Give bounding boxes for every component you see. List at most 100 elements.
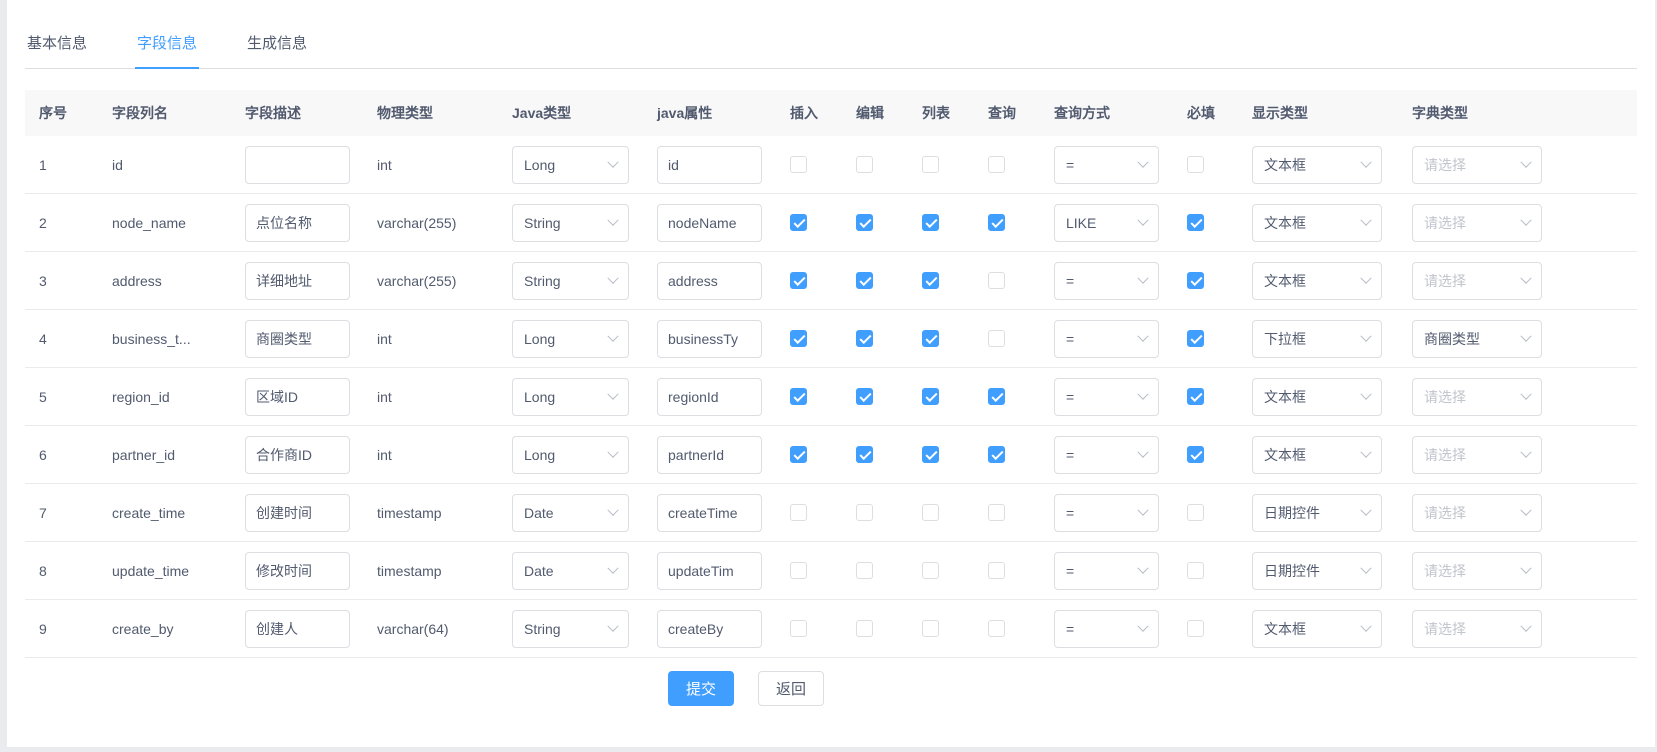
dict-type-select[interactable]: 请选择 [1412, 145, 1542, 184]
submit-button[interactable]: 提交 [667, 671, 734, 706]
display-type-select[interactable]: 文本框 [1252, 145, 1382, 184]
java-type-select[interactable]: Long [512, 145, 629, 184]
display-type-select[interactable]: 文本框 [1252, 261, 1382, 300]
java-type-select[interactable]: Long [512, 319, 629, 358]
display-type-select[interactable]: 日期控件 [1252, 493, 1382, 532]
field-description-input[interactable] [245, 203, 350, 242]
list-checkbox[interactable] [922, 214, 939, 231]
insert-checkbox[interactable] [790, 272, 807, 289]
java-attribute-input[interactable] [657, 435, 762, 474]
required-checkbox[interactable] [1187, 156, 1204, 173]
dict-type-select[interactable]: 请选择 [1412, 551, 1542, 590]
query-mode-select[interactable]: = [1054, 609, 1159, 648]
list-checkbox[interactable] [922, 388, 939, 405]
edit-checkbox[interactable] [856, 504, 873, 521]
field-description-input[interactable] [245, 551, 350, 590]
java-attribute-input[interactable] [657, 145, 762, 184]
list-checkbox[interactable] [922, 330, 939, 347]
dict-type-select[interactable]: 请选择 [1412, 261, 1542, 300]
required-checkbox[interactable] [1187, 272, 1204, 289]
field-description-input[interactable] [245, 377, 350, 416]
dict-type-select[interactable]: 请选择 [1412, 493, 1542, 532]
java-attribute-input[interactable] [657, 203, 762, 242]
query-mode-select[interactable]: = [1054, 261, 1159, 300]
query-checkbox[interactable] [988, 214, 1005, 231]
query-mode-select[interactable]: = [1054, 493, 1159, 532]
query-mode-select[interactable]: = [1054, 551, 1159, 590]
query-checkbox[interactable] [988, 562, 1005, 579]
dict-type-select[interactable]: 请选择 [1412, 435, 1542, 474]
display-type-select[interactable]: 文本框 [1252, 377, 1382, 416]
query-mode-select[interactable]: = [1054, 377, 1159, 416]
edit-checkbox[interactable] [856, 330, 873, 347]
list-checkbox[interactable] [922, 620, 939, 637]
tab-field-info[interactable]: 字段信息 [135, 28, 200, 69]
query-checkbox[interactable] [988, 330, 1005, 347]
java-type-select[interactable]: String [512, 261, 629, 300]
list-checkbox[interactable] [922, 272, 939, 289]
java-attribute-input[interactable] [657, 261, 762, 300]
edit-checkbox[interactable] [856, 620, 873, 637]
field-description-input[interactable] [245, 261, 350, 300]
insert-checkbox[interactable] [790, 330, 807, 347]
edit-checkbox[interactable] [856, 214, 873, 231]
insert-checkbox[interactable] [790, 562, 807, 579]
required-checkbox[interactable] [1187, 388, 1204, 405]
field-description-input[interactable] [245, 145, 350, 184]
java-attribute-input[interactable] [657, 319, 762, 358]
query-checkbox[interactable] [988, 446, 1005, 463]
java-type-select[interactable]: Date [512, 493, 629, 532]
display-type-select[interactable]: 文本框 [1252, 203, 1382, 242]
query-mode-select[interactable]: = [1054, 435, 1159, 474]
java-type-select[interactable]: Long [512, 435, 629, 474]
edit-checkbox[interactable] [856, 388, 873, 405]
dict-type-select[interactable]: 商圈类型 [1412, 319, 1542, 358]
tab-generate-info[interactable]: 生成信息 [245, 28, 309, 69]
query-checkbox[interactable] [988, 156, 1005, 173]
field-description-input[interactable] [245, 493, 350, 532]
insert-checkbox[interactable] [790, 388, 807, 405]
query-checkbox[interactable] [988, 620, 1005, 637]
dict-type-select[interactable]: 请选择 [1412, 377, 1542, 416]
query-checkbox[interactable] [988, 272, 1005, 289]
insert-checkbox[interactable] [790, 446, 807, 463]
query-checkbox[interactable] [988, 388, 1005, 405]
field-description-input[interactable] [245, 319, 350, 358]
required-checkbox[interactable] [1187, 446, 1204, 463]
dict-type-select[interactable]: 请选择 [1412, 609, 1542, 648]
required-checkbox[interactable] [1187, 620, 1204, 637]
edit-checkbox[interactable] [856, 562, 873, 579]
display-type-select[interactable]: 文本框 [1252, 609, 1382, 648]
edit-checkbox[interactable] [856, 446, 873, 463]
list-checkbox[interactable] [922, 504, 939, 521]
edit-checkbox[interactable] [856, 272, 873, 289]
java-attribute-input[interactable] [657, 493, 762, 532]
java-type-select[interactable]: String [512, 203, 629, 242]
insert-checkbox[interactable] [790, 620, 807, 637]
java-type-select[interactable]: String [512, 609, 629, 648]
display-type-select[interactable]: 下拉框 [1252, 319, 1382, 358]
list-checkbox[interactable] [922, 446, 939, 463]
tab-basic-info[interactable]: 基本信息 [25, 28, 89, 69]
display-type-select[interactable]: 文本框 [1252, 435, 1382, 474]
field-description-input[interactable] [245, 609, 350, 648]
java-attribute-input[interactable] [657, 609, 762, 648]
java-attribute-input[interactable] [657, 377, 762, 416]
insert-checkbox[interactable] [790, 156, 807, 173]
field-description-input[interactable] [245, 435, 350, 474]
required-checkbox[interactable] [1187, 214, 1204, 231]
required-checkbox[interactable] [1187, 330, 1204, 347]
query-checkbox[interactable] [988, 504, 1005, 521]
java-type-select[interactable]: Date [512, 551, 629, 590]
back-button[interactable]: 返回 [758, 671, 825, 706]
edit-checkbox[interactable] [856, 156, 873, 173]
insert-checkbox[interactable] [790, 504, 807, 521]
dict-type-select[interactable]: 请选择 [1412, 203, 1542, 242]
display-type-select[interactable]: 日期控件 [1252, 551, 1382, 590]
insert-checkbox[interactable] [790, 214, 807, 231]
java-attribute-input[interactable] [657, 551, 762, 590]
required-checkbox[interactable] [1187, 504, 1204, 521]
java-type-select[interactable]: Long [512, 377, 629, 416]
list-checkbox[interactable] [922, 562, 939, 579]
query-mode-select[interactable]: = [1054, 145, 1159, 184]
